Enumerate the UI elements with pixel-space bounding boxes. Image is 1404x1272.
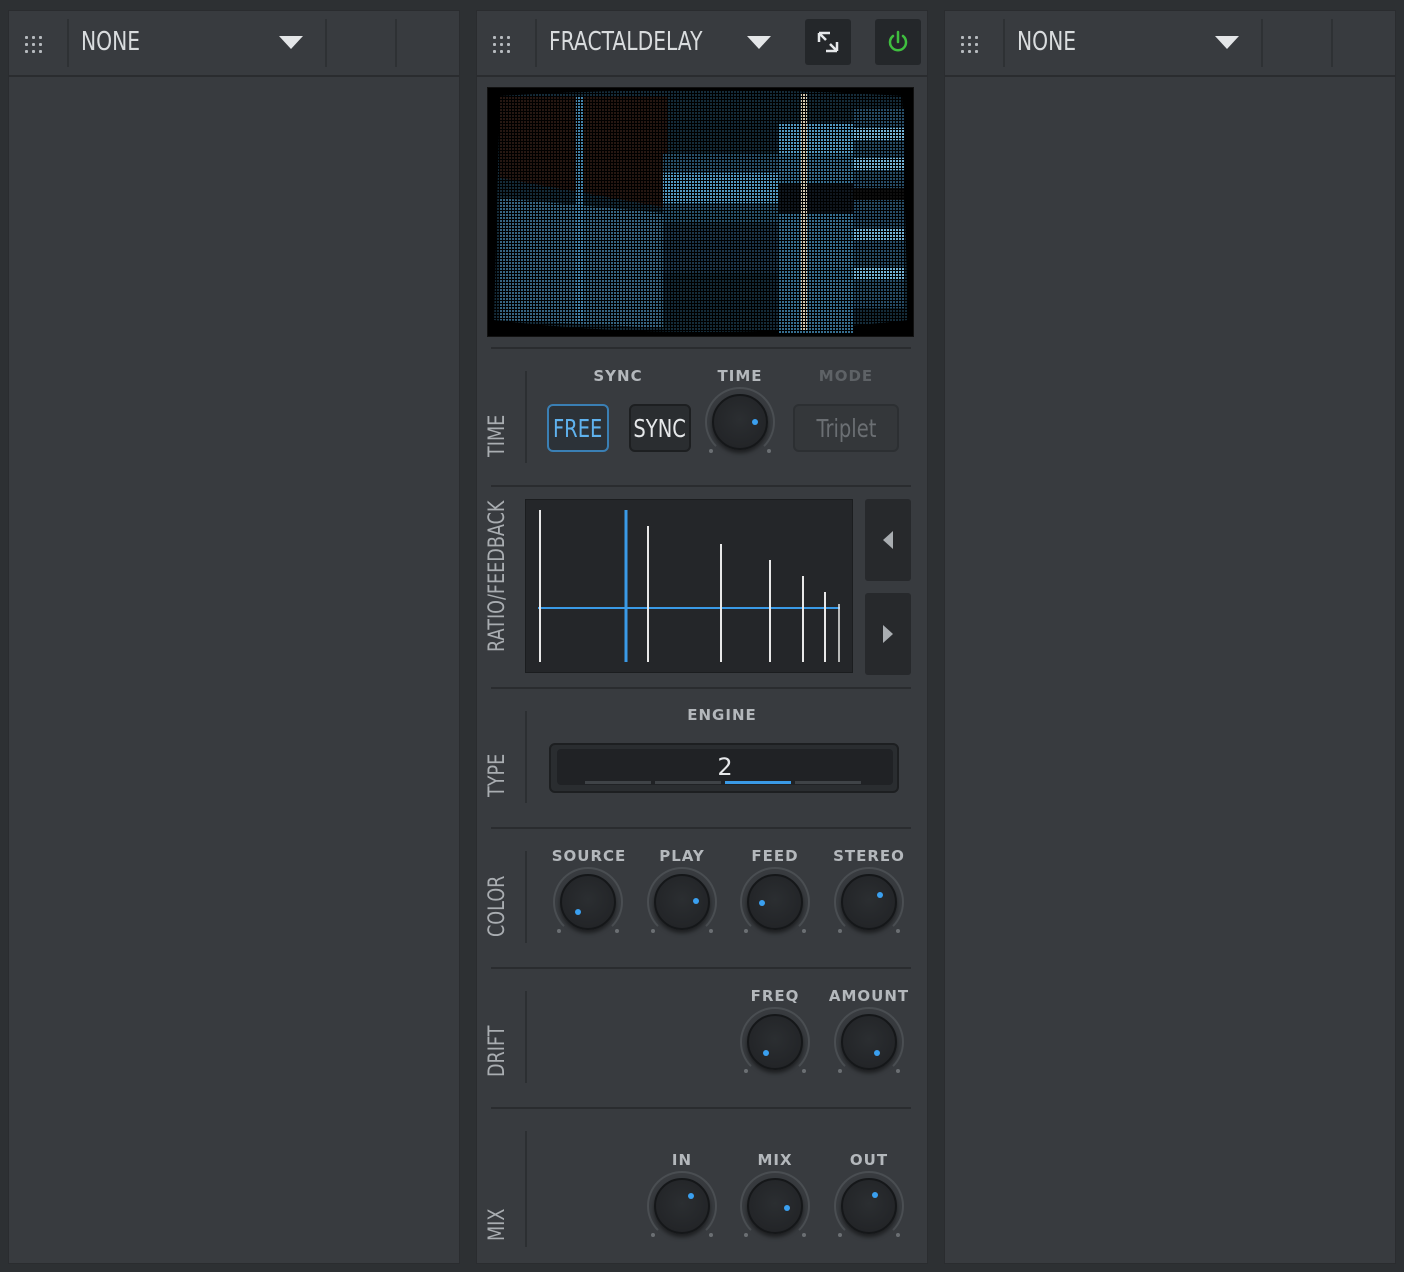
source-knob[interactable] [553, 867, 623, 937]
ratio-next-button[interactable] [865, 593, 911, 675]
chevron-left-icon [883, 531, 893, 549]
section-label-ratio-feedback: RATIO/FEEDBACK [485, 500, 510, 652]
slot-header: NONE [945, 11, 1395, 77]
mode-caption: MODE [818, 367, 874, 385]
section-label-color: COLOR [485, 875, 510, 937]
visualizer-graphic [494, 90, 908, 333]
sync-caption: SYNC [593, 367, 643, 385]
chevron-down-icon[interactable] [747, 36, 771, 49]
delay-visualizer [487, 87, 914, 337]
power-button[interactable] [875, 19, 921, 65]
divider [491, 687, 911, 689]
effect-slot-right: NONE [944, 10, 1396, 1264]
engine-segment[interactable] [585, 781, 651, 784]
drag-handle-icon[interactable] [961, 36, 979, 54]
section-label-mix: MIX [485, 1208, 510, 1241]
expand-icon [817, 31, 839, 53]
divider [325, 19, 327, 67]
slot-header: FRACTALDELAY [477, 11, 927, 77]
in-knob[interactable] [647, 1171, 717, 1241]
divider [525, 711, 527, 803]
divider [395, 19, 397, 67]
in-caption: IN [671, 1151, 693, 1169]
time-caption: TIME [717, 367, 763, 385]
divider [491, 827, 911, 829]
effect-selector[interactable]: NONE [1017, 27, 1076, 57]
divider [525, 371, 527, 463]
divider [491, 1107, 911, 1109]
section-label-drift: DRIFT [485, 1025, 510, 1077]
power-icon [888, 30, 908, 52]
effect-selector[interactable]: FRACTALDELAY [549, 27, 702, 57]
ratio-feedback-display[interactable] [525, 499, 853, 673]
source-caption: SOURCE [551, 847, 627, 865]
drag-handle-icon[interactable] [25, 36, 43, 54]
free-button[interactable]: FREE [547, 404, 609, 452]
play-knob[interactable] [647, 867, 717, 937]
out-caption: OUT [849, 1151, 889, 1169]
mode-selector: Triplet [793, 404, 899, 452]
effect-slot-left: NONE [8, 10, 460, 1264]
drag-handle-icon[interactable] [493, 36, 511, 54]
engine-segment[interactable] [795, 781, 861, 784]
divider [535, 19, 537, 67]
divider [1331, 19, 1333, 67]
divider [525, 851, 527, 943]
time-knob[interactable] [705, 387, 775, 457]
divider [1261, 19, 1263, 67]
expand-button[interactable] [805, 19, 851, 65]
divider [491, 967, 911, 969]
engine-segment[interactable] [725, 781, 791, 784]
section-label-time: TIME [485, 414, 510, 457]
divider [491, 485, 911, 487]
out-knob[interactable] [834, 1171, 904, 1241]
slot-header: NONE [9, 11, 459, 77]
chevron-down-icon[interactable] [1215, 36, 1239, 49]
divider [67, 19, 69, 67]
stereo-knob[interactable] [834, 867, 904, 937]
section-label-type: TYPE [485, 753, 510, 797]
divider [1003, 19, 1005, 67]
ratio-prev-button[interactable] [865, 499, 911, 581]
engine-caption: ENGINE [687, 706, 757, 724]
drift-amount-knob[interactable] [834, 1007, 904, 1077]
ratio-feedback-graph [538, 510, 840, 662]
engine-value: 2 [717, 753, 733, 781]
engine-selector[interactable]: 2 [549, 743, 899, 793]
divider [491, 347, 911, 349]
amount-caption: AMOUNT [828, 987, 910, 1005]
divider [525, 991, 527, 1083]
mix-knob[interactable] [740, 1171, 810, 1241]
drift-freq-knob[interactable] [740, 1007, 810, 1077]
sync-button[interactable]: SYNC [629, 404, 691, 452]
play-caption: PLAY [659, 847, 705, 865]
feed-knob[interactable] [740, 867, 810, 937]
freq-caption: FREQ [750, 987, 800, 1005]
chevron-down-icon[interactable] [279, 36, 303, 49]
engine-segment[interactable] [655, 781, 721, 784]
stereo-caption: STEREO [833, 847, 905, 865]
feed-caption: FEED [751, 847, 799, 865]
divider [525, 1131, 527, 1247]
effect-slot-center: FRACTALDELAY TIME SYNC TIME MODE FREE SY… [476, 10, 928, 1264]
mix-caption: MIX [757, 1151, 793, 1169]
effect-selector[interactable]: NONE [81, 27, 140, 57]
chevron-right-icon [883, 625, 893, 643]
